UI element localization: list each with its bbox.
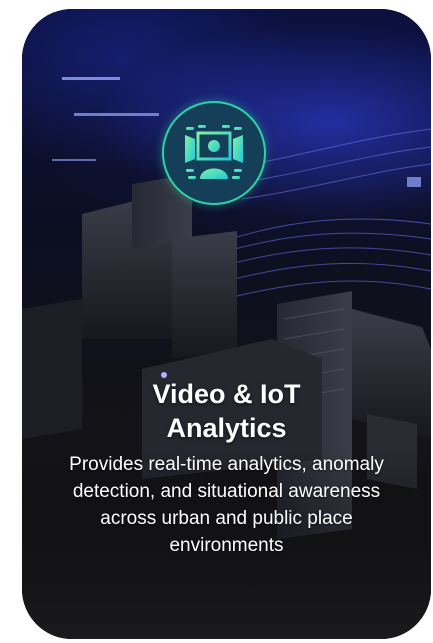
icon-badge [162,101,266,205]
card-text: Video & IoT Analytics Provides real-time… [50,377,403,559]
card-description: Provides real-time analytics, anomaly de… [69,454,384,556]
page: Video & IoT Analytics Provides real-time… [0,0,433,643]
solution-card[interactable]: Video & IoT Analytics Provides real-time… [22,9,431,639]
card-title: Video & IoT Analytics [152,379,301,443]
video-analytics-icon [185,125,243,179]
